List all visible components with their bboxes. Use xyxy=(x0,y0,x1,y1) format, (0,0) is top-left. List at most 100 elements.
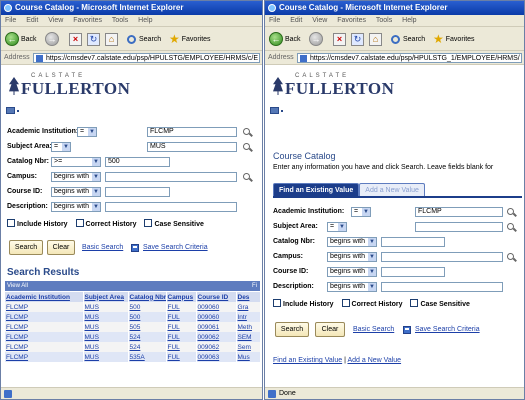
save-search-criteria-link[interactable]: Save Search Criteria xyxy=(143,244,208,251)
cell-subject-area[interactable]: MUS xyxy=(83,322,129,332)
favorites-button[interactable]: ★ Favorites xyxy=(433,30,475,48)
lookup-icon[interactable] xyxy=(507,208,514,215)
cell-course-id[interactable]: 009060 xyxy=(196,312,237,322)
case-sensitive-checkbox[interactable]: Case Sensitive xyxy=(144,219,204,228)
catalog-nbr-operator[interactable]: >= ▼ xyxy=(51,157,101,167)
description-input[interactable] xyxy=(381,282,503,292)
cell-catalog-nbr[interactable]: 500 xyxy=(128,312,167,322)
menu-file[interactable]: File xyxy=(269,17,280,24)
basic-search-link[interactable]: Basic Search xyxy=(353,326,394,333)
catalog-nbr-input[interactable] xyxy=(381,237,445,247)
menu-help[interactable]: Help xyxy=(402,17,416,24)
cell-campus[interactable]: FUL xyxy=(166,342,197,352)
forward-button[interactable]: → xyxy=(309,30,325,48)
back-button[interactable]: ← Back xyxy=(5,30,37,48)
course-id-operator[interactable]: begins with ▼ xyxy=(51,187,101,197)
cell-subject-area[interactable]: MUS xyxy=(83,352,129,362)
cell-academic-institution[interactable]: FLCMP xyxy=(5,302,84,312)
include-history-checkbox[interactable]: Include History xyxy=(273,299,334,308)
cell-campus[interactable]: FUL xyxy=(166,322,197,332)
description-operator[interactable]: begins with ▼ xyxy=(327,282,377,292)
navigation-icon[interactable] xyxy=(6,107,19,114)
menu-favorites[interactable]: Favorites xyxy=(73,17,102,24)
cell-course-id[interactable]: 009062 xyxy=(196,342,237,352)
description-operator[interactable]: begins with ▼ xyxy=(51,202,101,212)
address-input[interactable]: https://cmsdev7.calstate.edu/psp/HPULSTG… xyxy=(297,53,522,63)
cell-catalog-nbr[interactable]: 524 xyxy=(128,332,167,342)
cell-subject-area[interactable]: MUS xyxy=(83,302,129,312)
cell-academic-institution[interactable]: FLCMP xyxy=(5,352,84,362)
find-existing-value-link[interactable]: Find an Existing Value xyxy=(273,357,342,364)
menu-tools[interactable]: Tools xyxy=(112,17,128,24)
col-catalog-nbr[interactable]: Catalog Nbr xyxy=(128,292,167,302)
subject-area-operator[interactable]: = ▼ xyxy=(51,142,71,152)
clear-button[interactable]: Clear xyxy=(315,322,345,337)
home-button[interactable]: ⌂ xyxy=(105,30,118,48)
menu-edit[interactable]: Edit xyxy=(290,17,302,24)
cell-campus[interactable]: FUL xyxy=(166,332,197,342)
cell-academic-institution[interactable]: FLCMP xyxy=(5,342,84,352)
campus-input[interactable] xyxy=(381,252,503,262)
cell-description[interactable]: Meth xyxy=(236,322,261,332)
cell-description[interactable]: Gra xyxy=(236,302,261,312)
cell-catalog-nbr[interactable]: 505 xyxy=(128,322,167,332)
col-academic-institution[interactable]: Academic Institution xyxy=(5,292,84,302)
catalog-nbr-input[interactable]: 500 xyxy=(105,157,170,167)
cell-course-id[interactable]: 009061 xyxy=(196,322,237,332)
lookup-icon[interactable] xyxy=(507,253,514,260)
menu-favorites[interactable]: Favorites xyxy=(337,17,366,24)
cell-academic-institution[interactable]: FLCMP xyxy=(5,312,84,322)
academic-institution-input[interactable]: FLCMP xyxy=(415,207,503,217)
navigation-icon[interactable] xyxy=(270,107,283,114)
cell-course-id[interactable]: 009062 xyxy=(196,332,237,342)
stop-button[interactable]: × xyxy=(333,30,346,48)
cell-subject-area[interactable]: MUS xyxy=(83,332,129,342)
subject-area-operator[interactable]: = ▼ xyxy=(327,222,347,232)
cell-description[interactable]: Sem xyxy=(236,342,261,352)
cell-course-id[interactable]: 009060 xyxy=(196,302,237,312)
cell-description[interactable]: Mus xyxy=(236,352,261,362)
add-new-value-link[interactable]: Add a New Value xyxy=(347,357,401,364)
cell-catalog-nbr[interactable]: 500 xyxy=(128,302,167,312)
course-id-input[interactable] xyxy=(381,267,445,277)
refresh-button[interactable]: ↻ xyxy=(87,30,100,48)
course-id-input[interactable] xyxy=(105,187,170,197)
course-id-operator[interactable]: begins with ▼ xyxy=(327,267,377,277)
cell-description[interactable]: Intr xyxy=(236,312,261,322)
lookup-icon[interactable] xyxy=(243,143,250,150)
cell-academic-institution[interactable]: FLCMP xyxy=(5,332,84,342)
search-button[interactable]: Search xyxy=(127,30,161,48)
col-campus[interactable]: Campus xyxy=(166,292,197,302)
refresh-button[interactable]: ↻ xyxy=(351,30,364,48)
address-input[interactable]: https://cmsdev7.calstate.edu/psp/HPULSTG… xyxy=(33,53,260,63)
tab-add-new-value[interactable]: Add a New Value xyxy=(359,183,425,196)
correct-history-checkbox[interactable]: Correct History xyxy=(341,299,403,308)
basic-search-link[interactable]: Basic Search xyxy=(82,244,123,251)
clear-button[interactable]: Clear xyxy=(47,240,75,255)
subject-area-input[interactable]: MUS xyxy=(147,142,237,152)
cell-campus[interactable]: FUL xyxy=(166,302,197,312)
campus-operator[interactable]: begins with ▼ xyxy=(327,252,377,262)
lookup-icon[interactable] xyxy=(507,223,514,230)
search-submit-button[interactable]: Search xyxy=(9,240,43,255)
lookup-icon[interactable] xyxy=(243,128,250,135)
stop-button[interactable]: × xyxy=(69,30,82,48)
campus-operator[interactable]: begins with ▼ xyxy=(51,172,101,182)
case-sensitive-checkbox[interactable]: Case Sensitive xyxy=(410,299,470,308)
campus-input[interactable] xyxy=(105,172,237,182)
correct-history-checkbox[interactable]: Correct History xyxy=(75,219,137,228)
catalog-nbr-operator[interactable]: begins with ▼ xyxy=(327,237,377,247)
description-input[interactable] xyxy=(105,202,237,212)
subject-area-input[interactable] xyxy=(415,222,503,232)
menu-tools[interactable]: Tools xyxy=(376,17,392,24)
menu-view[interactable]: View xyxy=(312,17,327,24)
first-icon[interactable]: Fi xyxy=(252,281,257,291)
cell-catalog-nbr[interactable]: 524 xyxy=(128,342,167,352)
save-search-criteria-link[interactable]: Save Search Criteria xyxy=(415,326,480,333)
search-button[interactable]: Search xyxy=(391,30,425,48)
col-subject-area[interactable]: Subject Area xyxy=(83,292,129,302)
menu-help[interactable]: Help xyxy=(138,17,152,24)
cell-subject-area[interactable]: MUS xyxy=(83,342,129,352)
academic-institution-operator[interactable]: = ▼ xyxy=(77,127,97,137)
cell-academic-institution[interactable]: FLCMP xyxy=(5,322,84,332)
